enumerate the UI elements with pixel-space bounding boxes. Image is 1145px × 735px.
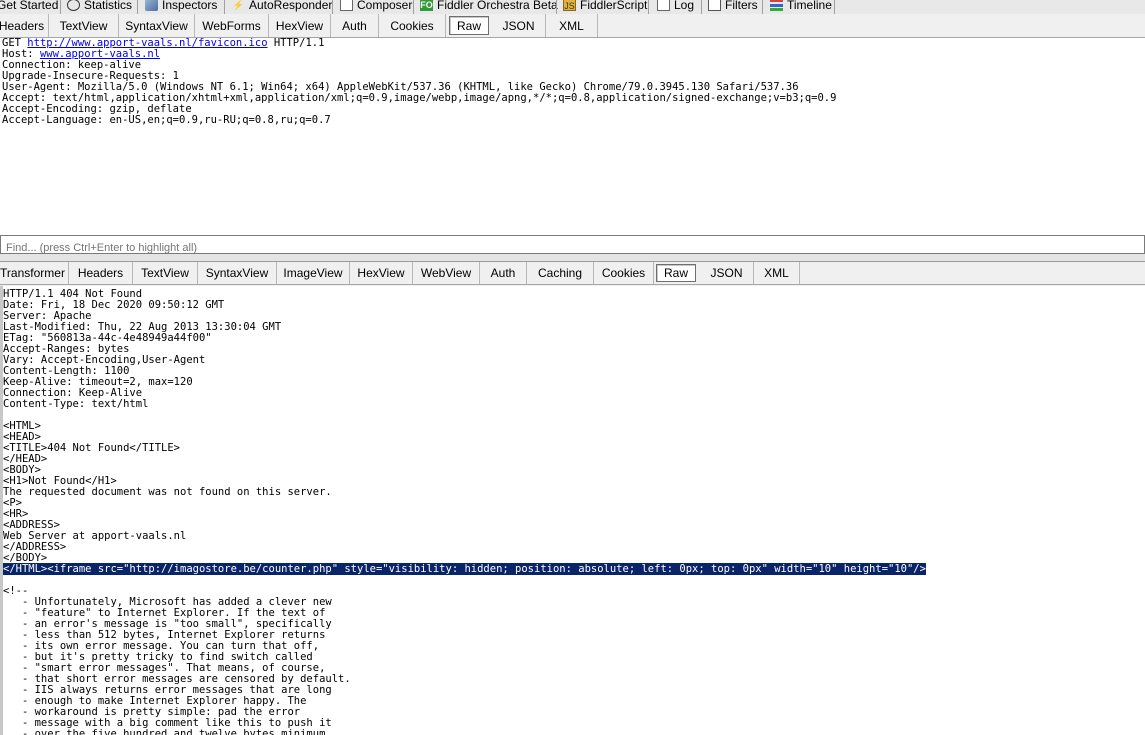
statistics-icon: [67, 0, 80, 11]
response-tab-caching[interactable]: Caching: [527, 262, 594, 284]
request-header-lines: Connection: keep-alive Upgrade-Insecure-…: [2, 59, 836, 126]
request-raw-pane[interactable]: GET http://www.apport-vaals.nl/favicon.i…: [0, 38, 1145, 235]
tab-separator: [332, 0, 333, 14]
request-tab-headers[interactable]: Headers: [0, 14, 49, 37]
response-line: - over the five hundred and twelve bytes…: [3, 728, 332, 735]
request-tab-cookies[interactable]: Cookies: [379, 14, 446, 37]
response-tab-imageview[interactable]: ImageView: [277, 262, 350, 284]
response-tab-hexview[interactable]: HexView: [350, 262, 413, 284]
tab-separator: [556, 0, 557, 14]
request-header-line: Accept-Language: en-US,en;q=0.9,ru-RU;q=…: [2, 114, 331, 126]
tab-separator: [60, 0, 61, 14]
request-tab-textview[interactable]: TextView: [49, 14, 119, 37]
response-tab-headers[interactable]: Headers: [69, 262, 133, 284]
request-tab-hexview[interactable]: HexView: [269, 14, 331, 37]
tab-fiddler-orchestra[interactable]: FO Fiddler Orchestra Beta: [420, 0, 558, 14]
response-tab-webview[interactable]: WebView: [413, 262, 480, 284]
request-tab-webforms[interactable]: WebForms: [195, 14, 269, 37]
request-tab-auth[interactable]: Auth: [331, 14, 379, 37]
response-tab-syntaxview[interactable]: SyntaxView: [198, 262, 277, 284]
highlighted-iframe-line[interactable]: </HTML><iframe src="http://imagostore.be…: [3, 563, 926, 575]
request-tab-raw[interactable]: Raw: [449, 16, 489, 35]
find-bar: [0, 235, 1145, 257]
main-tab-strip: Get Started Statistics Inspectors ⚡ AutoR…: [0, 0, 1145, 14]
tab-autoresponder[interactable]: ⚡ AutoResponder: [232, 0, 333, 14]
tab-separator: [834, 0, 835, 14]
tab-separator: [701, 0, 702, 14]
composer-icon: [340, 0, 353, 11]
timeline-icon: [770, 0, 783, 11]
tab-separator: [137, 0, 138, 14]
fiddler-orchestra-icon: FO: [420, 0, 433, 11]
fiddlerscript-icon: JS: [563, 0, 576, 11]
request-inspector-tabs: Headers TextView SyntaxView WebForms Hex…: [0, 14, 1145, 38]
tab-separator: [648, 0, 649, 14]
request-tab-xml[interactable]: XML: [546, 14, 598, 37]
tab-fiddlerscript[interactable]: JS FiddlerScript: [563, 0, 647, 14]
tab-statistics[interactable]: Statistics: [67, 0, 132, 14]
response-line: Content-Type: text/html: [3, 398, 149, 410]
tab-filters[interactable]: Filters: [708, 0, 758, 14]
response-tab-xml[interactable]: XML: [754, 262, 800, 284]
response-tab-json[interactable]: JSON: [700, 262, 754, 284]
tab-separator: [413, 0, 414, 14]
tab-composer[interactable]: Composer: [340, 0, 412, 14]
request-tab-json[interactable]: JSON: [492, 14, 546, 37]
response-inspector-tabs: Transformer Headers TextView SyntaxView …: [0, 262, 1145, 285]
lightning-icon: ⚡: [232, 0, 245, 10]
response-tab-raw[interactable]: Raw: [656, 264, 696, 282]
response-tab-textview[interactable]: TextView: [133, 262, 198, 284]
response-raw-text: HTTP/1.1 404 Not Found Date: Fri, 18 Dec…: [3, 289, 1145, 735]
request-tab-syntaxview[interactable]: SyntaxView: [119, 14, 195, 37]
response-tab-transformer[interactable]: Transformer: [0, 262, 69, 284]
request-raw-text: GET http://www.apport-vaals.nl/favicon.i…: [2, 38, 837, 126]
filters-checkbox-icon[interactable]: [708, 0, 721, 11]
tab-inspectors[interactable]: Inspectors: [145, 0, 217, 14]
tab-log[interactable]: Log: [657, 0, 694, 14]
inspectors-icon: [145, 0, 158, 11]
log-icon: [657, 0, 670, 11]
tab-separator: [224, 0, 225, 14]
response-lines-after: <!-- - Unfortunately, Microsoft has adde…: [3, 585, 351, 735]
request-http-version: HTTP/1.1: [273, 38, 325, 49]
response-tab-auth[interactable]: Auth: [480, 262, 527, 284]
response-lines-before: HTTP/1.1 404 Not Found Date: Fri, 18 Dec…: [3, 288, 332, 564]
response-tab-cookies[interactable]: Cookies: [594, 262, 654, 284]
tab-separator: [762, 0, 763, 14]
response-line: The requested document was not found on …: [3, 486, 332, 498]
tab-timeline[interactable]: Timeline: [770, 0, 832, 14]
pane-splitter[interactable]: [0, 254, 1145, 262]
response-raw-pane[interactable]: HTTP/1.1 404 Not Found Date: Fri, 18 Dec…: [0, 286, 1145, 735]
tab-get-started[interactable]: Get Started: [0, 0, 58, 14]
